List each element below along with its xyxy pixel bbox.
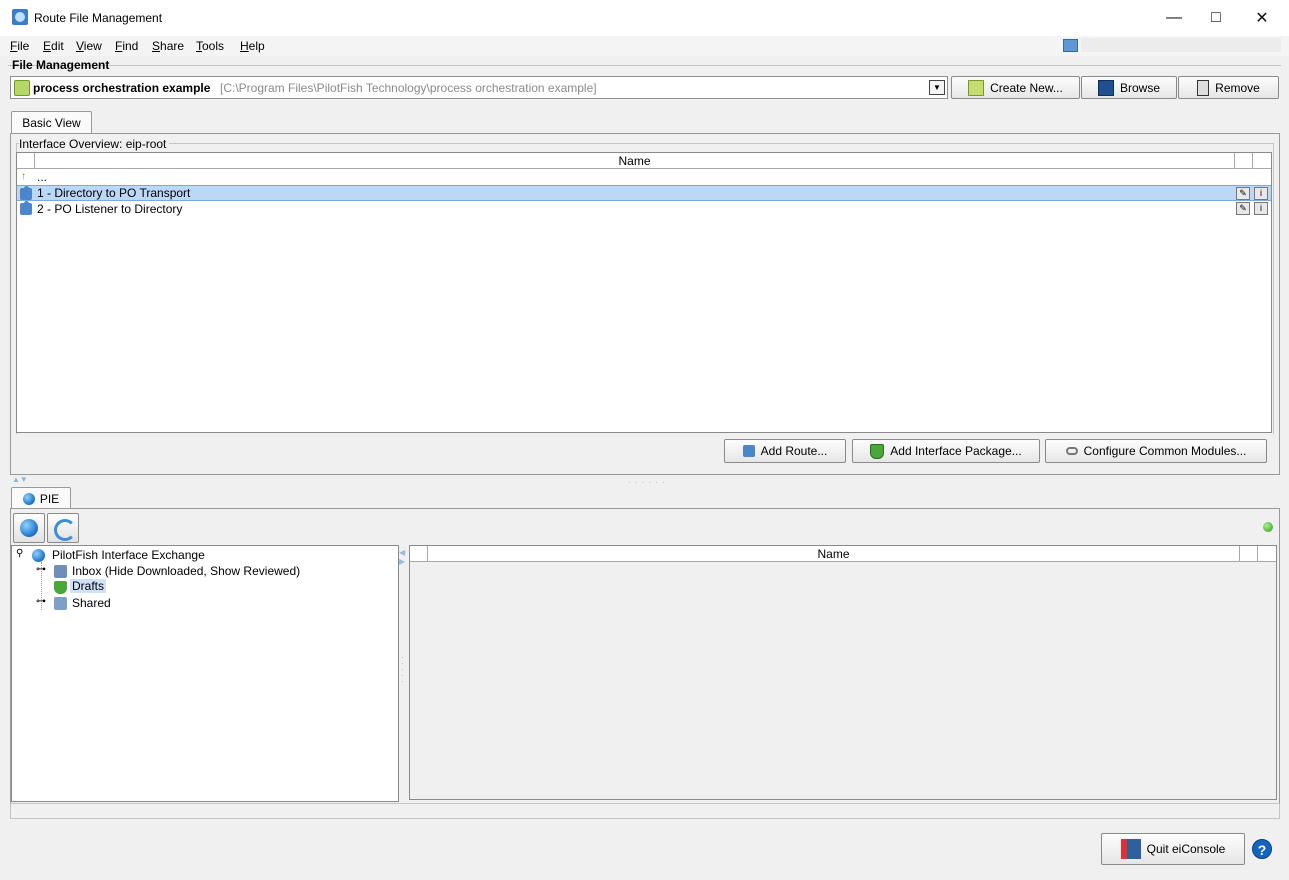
status-bar [10,803,1280,819]
collapse-key-icon[interactable]: ⚲ [16,548,23,559]
drafts-shield-icon [54,581,67,594]
window-title: Route File Management [34,11,163,25]
table-row-parent[interactable]: ↑ ... [17,169,1271,185]
project-path: [C:\Program Files\PilotFish Technology\p… [220,81,597,95]
status-indicator-icon [1263,522,1273,532]
help-button[interactable]: ? [1252,839,1272,859]
minimize-button[interactable]: — [1151,0,1197,36]
project-name: process orchestration example [33,81,211,95]
shield-icon [870,443,885,459]
info-icon[interactable]: i [1254,202,1268,215]
create-new-button[interactable]: Create New... [951,76,1080,99]
project-icon [14,80,30,96]
edit-icon[interactable]: ✎ [1236,202,1250,215]
project-combo[interactable]: process orchestration example [C:\Progra… [10,76,948,99]
expand-key-icon[interactable]: ⊶ [36,564,46,575]
tab-pie[interactable]: PIE [11,487,71,510]
menu-edit[interactable]: Edit [43,39,64,53]
table-corner [410,546,428,562]
route-puzzle-icon [20,201,32,215]
puzzle-add-icon [742,445,755,457]
status-field [1081,38,1281,52]
add-interface-package-button[interactable]: Add Interface Package... [852,439,1040,463]
link-icon [1065,447,1078,455]
pie-connect-button[interactable] [13,513,45,543]
shared-icon [54,597,67,610]
file-management-title: File Management [12,58,110,72]
exit-door-icon [1120,839,1141,859]
column-header-edit [1235,153,1253,169]
column-header-name[interactable]: Name [428,546,1240,562]
expand-key-icon[interactable]: ⊶ [36,596,46,607]
column-header-name[interactable]: Name [35,153,1235,169]
configure-common-modules-button[interactable]: Configure Common Modules... [1045,439,1267,463]
column-header-extra [1240,546,1258,562]
trash-icon [1197,79,1210,96]
browse-button[interactable]: Browse [1081,76,1177,99]
quit-eiconsole-button[interactable]: Quit eiConsole [1101,833,1245,865]
table-row[interactable]: 1 - Directory to PO Transport ✎ i [17,185,1271,201]
vertical-splitter-handle[interactable]: · · · · · [401,654,404,686]
edit-icon[interactable]: ✎ [1236,187,1250,200]
tab-basic-view[interactable]: Basic View [11,111,92,134]
globe-icon [20,519,38,537]
info-icon[interactable]: i [1254,187,1268,200]
pie-files-table: Name [409,545,1277,800]
title-bar [0,0,1289,36]
splitter-arrows-icon[interactable]: ▲▼ [12,475,28,484]
menu-find[interactable]: Find [115,39,138,53]
routes-table: Name ↑ ... 1 - Directory to PO Transport… [16,152,1272,433]
menu-share[interactable]: Share [152,39,184,53]
inbox-icon [54,565,67,578]
table-corner [17,153,35,169]
folder-add-icon [968,79,985,96]
refresh-icon [54,519,76,541]
add-route-button[interactable]: Add Route... [724,439,846,463]
route-puzzle-icon [20,186,32,200]
globe-icon [32,549,45,562]
pie-refresh-button[interactable] [47,513,79,543]
divider-arrows-icon[interactable]: ◀ ▶ [399,548,405,566]
pie-tree: ⚲ PilotFish Interface Exchange ⊶ Inbox (… [11,545,399,802]
dropdown-arrow-icon[interactable]: ▼ [929,80,945,95]
globe-icon [22,493,35,505]
up-arrow-icon: ↑ [21,171,26,182]
maximize-button[interactable]: □ [1193,0,1239,36]
splitter-handle[interactable]: · · · · · · [628,478,666,487]
column-header-extra [1258,546,1276,562]
menu-tools[interactable]: Tools [196,39,224,53]
menu-view[interactable]: View [76,39,102,53]
app-icon [12,9,28,25]
menu-file[interactable]: File [10,39,29,53]
menu-help[interactable]: Help [240,39,265,53]
close-button[interactable]: ✕ [1239,0,1285,36]
folder-open-icon [1097,79,1114,96]
network-icon[interactable] [1063,39,1078,52]
interface-overview-label: Interface Overview: eip-root [19,137,170,151]
table-row[interactable]: 2 - PO Listener to Directory ✎ i [17,201,1271,217]
remove-button[interactable]: Remove [1178,76,1279,99]
column-header-info [1253,153,1271,169]
